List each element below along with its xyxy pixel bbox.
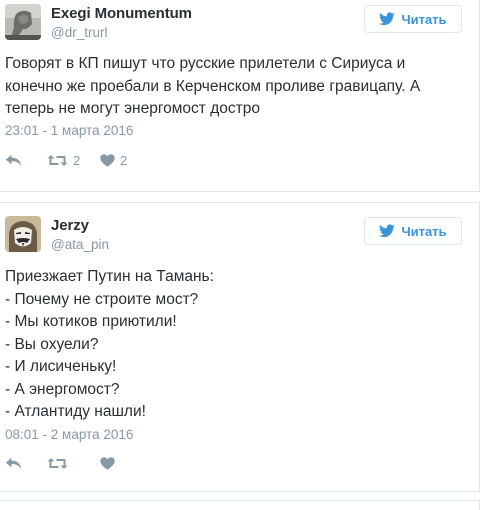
avatar[interactable] bbox=[5, 4, 41, 40]
heart-icon bbox=[100, 153, 115, 167]
tweet-timestamp[interactable]: 08:01 - 2 марта 2016 bbox=[5, 427, 133, 442]
follow-button-label: Читать bbox=[401, 223, 447, 239]
follow-button[interactable]: Читать bbox=[364, 217, 462, 245]
retweet-button[interactable]: 2 bbox=[47, 153, 100, 168]
like-count: 2 bbox=[120, 152, 128, 168]
like-button[interactable]: 2 bbox=[100, 153, 127, 168]
tweet-timestamp[interactable]: 23:01 - 1 марта 2016 bbox=[5, 123, 133, 138]
author-handle[interactable]: @ata_pin bbox=[51, 237, 109, 252]
tweet-actions bbox=[5, 453, 120, 473]
heart-icon bbox=[100, 456, 115, 470]
avatar[interactable] bbox=[5, 216, 41, 252]
retweet-icon bbox=[47, 457, 68, 469]
reply-button[interactable] bbox=[5, 457, 47, 470]
follow-button[interactable]: Читать bbox=[364, 5, 462, 33]
tweet-text: Говорят в КП пишут что русские прилетели… bbox=[5, 55, 421, 117]
reply-icon bbox=[5, 457, 22, 469]
retweet-icon bbox=[47, 154, 68, 166]
next-tweet-card bbox=[0, 500, 480, 510]
tweet-text: Приезжает Путин на Тамань: - Почему не с… bbox=[5, 268, 214, 420]
twitter-bird-icon bbox=[379, 12, 396, 26]
retweet-button[interactable] bbox=[47, 457, 100, 470]
twitter-bird-icon bbox=[379, 224, 396, 238]
reply-icon bbox=[5, 154, 22, 166]
tweet-card: Exegi Monumentum @dr_trurl Читать Говоря… bbox=[0, 0, 480, 192]
tweet-card: Jerzy @ata_pin Читать Приезжает Путин на… bbox=[0, 202, 480, 492]
tweet-actions: 2 2 bbox=[5, 150, 127, 170]
author-name[interactable]: Exegi Monumentum bbox=[51, 5, 192, 22]
retweet-count: 2 bbox=[73, 152, 81, 168]
like-button[interactable] bbox=[100, 456, 120, 470]
author-name[interactable]: Jerzy bbox=[51, 217, 89, 234]
author-handle[interactable]: @dr_trurl bbox=[51, 25, 107, 40]
reply-button[interactable] bbox=[5, 154, 47, 167]
follow-button-label: Читать bbox=[401, 11, 447, 27]
